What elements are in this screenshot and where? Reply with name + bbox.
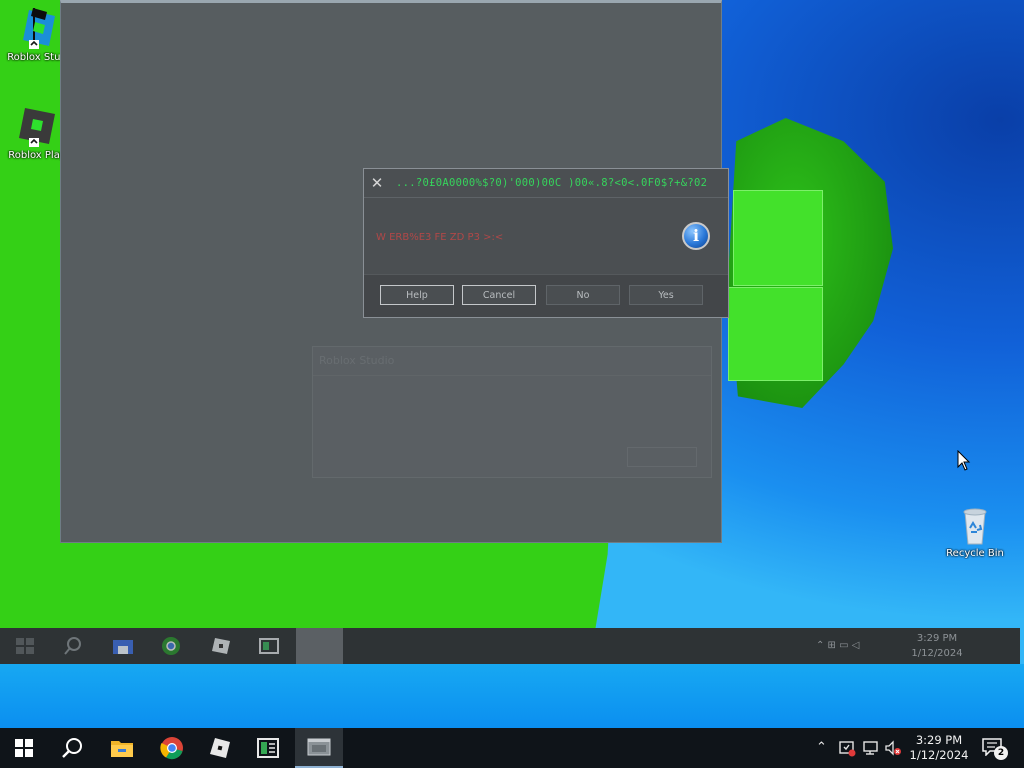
ghost-roblox-icon — [210, 636, 232, 656]
ghost-date: 1/12/2024 — [911, 648, 963, 659]
mouse-cursor-icon — [957, 449, 971, 472]
dialog-body: W ERB%E3 FE ZD P3 >:< i — [364, 198, 728, 276]
roblox-icon — [210, 738, 230, 758]
yes-button[interactable]: Yes — [629, 285, 703, 305]
help-button[interactable]: Help — [380, 285, 454, 305]
notification-center-button[interactable]: 2 — [982, 738, 1008, 760]
show-hidden-icons-icon[interactable]: ⌃ — [816, 740, 827, 755]
app-window-icon — [307, 738, 331, 756]
roblox-studio-button[interactable] — [244, 728, 292, 768]
dialog-message: W ERB%E3 FE ZD P3 >:< — [376, 232, 504, 243]
cancel-button[interactable]: Cancel — [462, 285, 536, 305]
file-explorer-button[interactable] — [98, 728, 146, 768]
close-icon[interactable]: ✕ — [364, 174, 390, 192]
wallpaper-blue-strip — [0, 664, 1024, 728]
ghost-dialog-title: Roblox Studio — [313, 347, 711, 376]
dialog-title: ...?0£0A0000%$?0)'000)00C )00«.8?<0<.0F0… — [396, 177, 708, 189]
ghost-chrome-icon — [160, 636, 182, 656]
chrome-button[interactable] — [148, 728, 196, 768]
no-button[interactable]: No — [546, 285, 620, 305]
roblox-player-button[interactable] — [196, 728, 244, 768]
roblox-player-icon — [15, 104, 59, 148]
active-app-button[interactable] — [295, 728, 343, 768]
wallpaper-logo-pane — [728, 287, 823, 381]
clock-date: 1/12/2024 — [909, 748, 969, 762]
clock-time: 3:29 PM — [915, 733, 963, 747]
dialog-button-row: Help Cancel No Yes — [364, 274, 728, 317]
folder-icon — [111, 741, 133, 757]
ghost-folder-icon — [112, 636, 134, 656]
desktop-icon-label: Recycle Bin — [946, 548, 1004, 559]
roblox-studio-icon — [15, 6, 59, 50]
ghost-taskbar: ⌃ ⊞ ▭ ◁ 3:29 PM 1/12/2024 — [0, 628, 1020, 664]
taskbar: ⌃ 3:29 PM 1/12/2024 2 — [0, 728, 1024, 768]
ghost-start-icon — [14, 636, 36, 656]
ghost-dialog: Roblox Studio — [312, 346, 712, 478]
windows-logo-icon — [15, 739, 33, 757]
ghost-active-item — [296, 628, 343, 664]
search-icon — [62, 738, 82, 758]
chrome-icon — [160, 737, 183, 760]
wallpaper-logo-pane — [733, 190, 823, 286]
search-button[interactable] — [48, 728, 96, 768]
message-dialog: ✕ ...?0£0A0000%$?0)'000)00C )00«.8?<0<.0… — [363, 168, 729, 318]
recycle-bin-icon — [953, 502, 997, 546]
desktop-icon-recycle-bin[interactable]: Recycle Bin — [938, 502, 1012, 559]
security-icon[interactable] — [838, 739, 856, 761]
ghost-search-icon — [62, 636, 84, 656]
start-button[interactable] — [0, 728, 48, 768]
ghost-clock: 3:29 PM 1/12/2024 — [906, 631, 968, 667]
ghost-tray-icons: ⌃ ⊞ ▭ ◁ — [816, 640, 860, 651]
ghost-time: 3:29 PM — [916, 633, 958, 644]
dialog-titlebar[interactable]: ✕ ...?0£0A0000%$?0)'000)00C )00«.8?<0<.0… — [364, 169, 728, 198]
network-icon[interactable] — [862, 739, 880, 761]
clock[interactable]: 3:29 PM 1/12/2024 — [906, 733, 972, 763]
volume-muted-icon[interactable] — [884, 739, 902, 761]
ghost-ok-button — [627, 447, 697, 467]
ghost-app-icon — [258, 636, 280, 656]
studio-icon — [257, 738, 279, 758]
notification-badge: 2 — [994, 746, 1008, 760]
info-icon: i — [682, 222, 710, 250]
